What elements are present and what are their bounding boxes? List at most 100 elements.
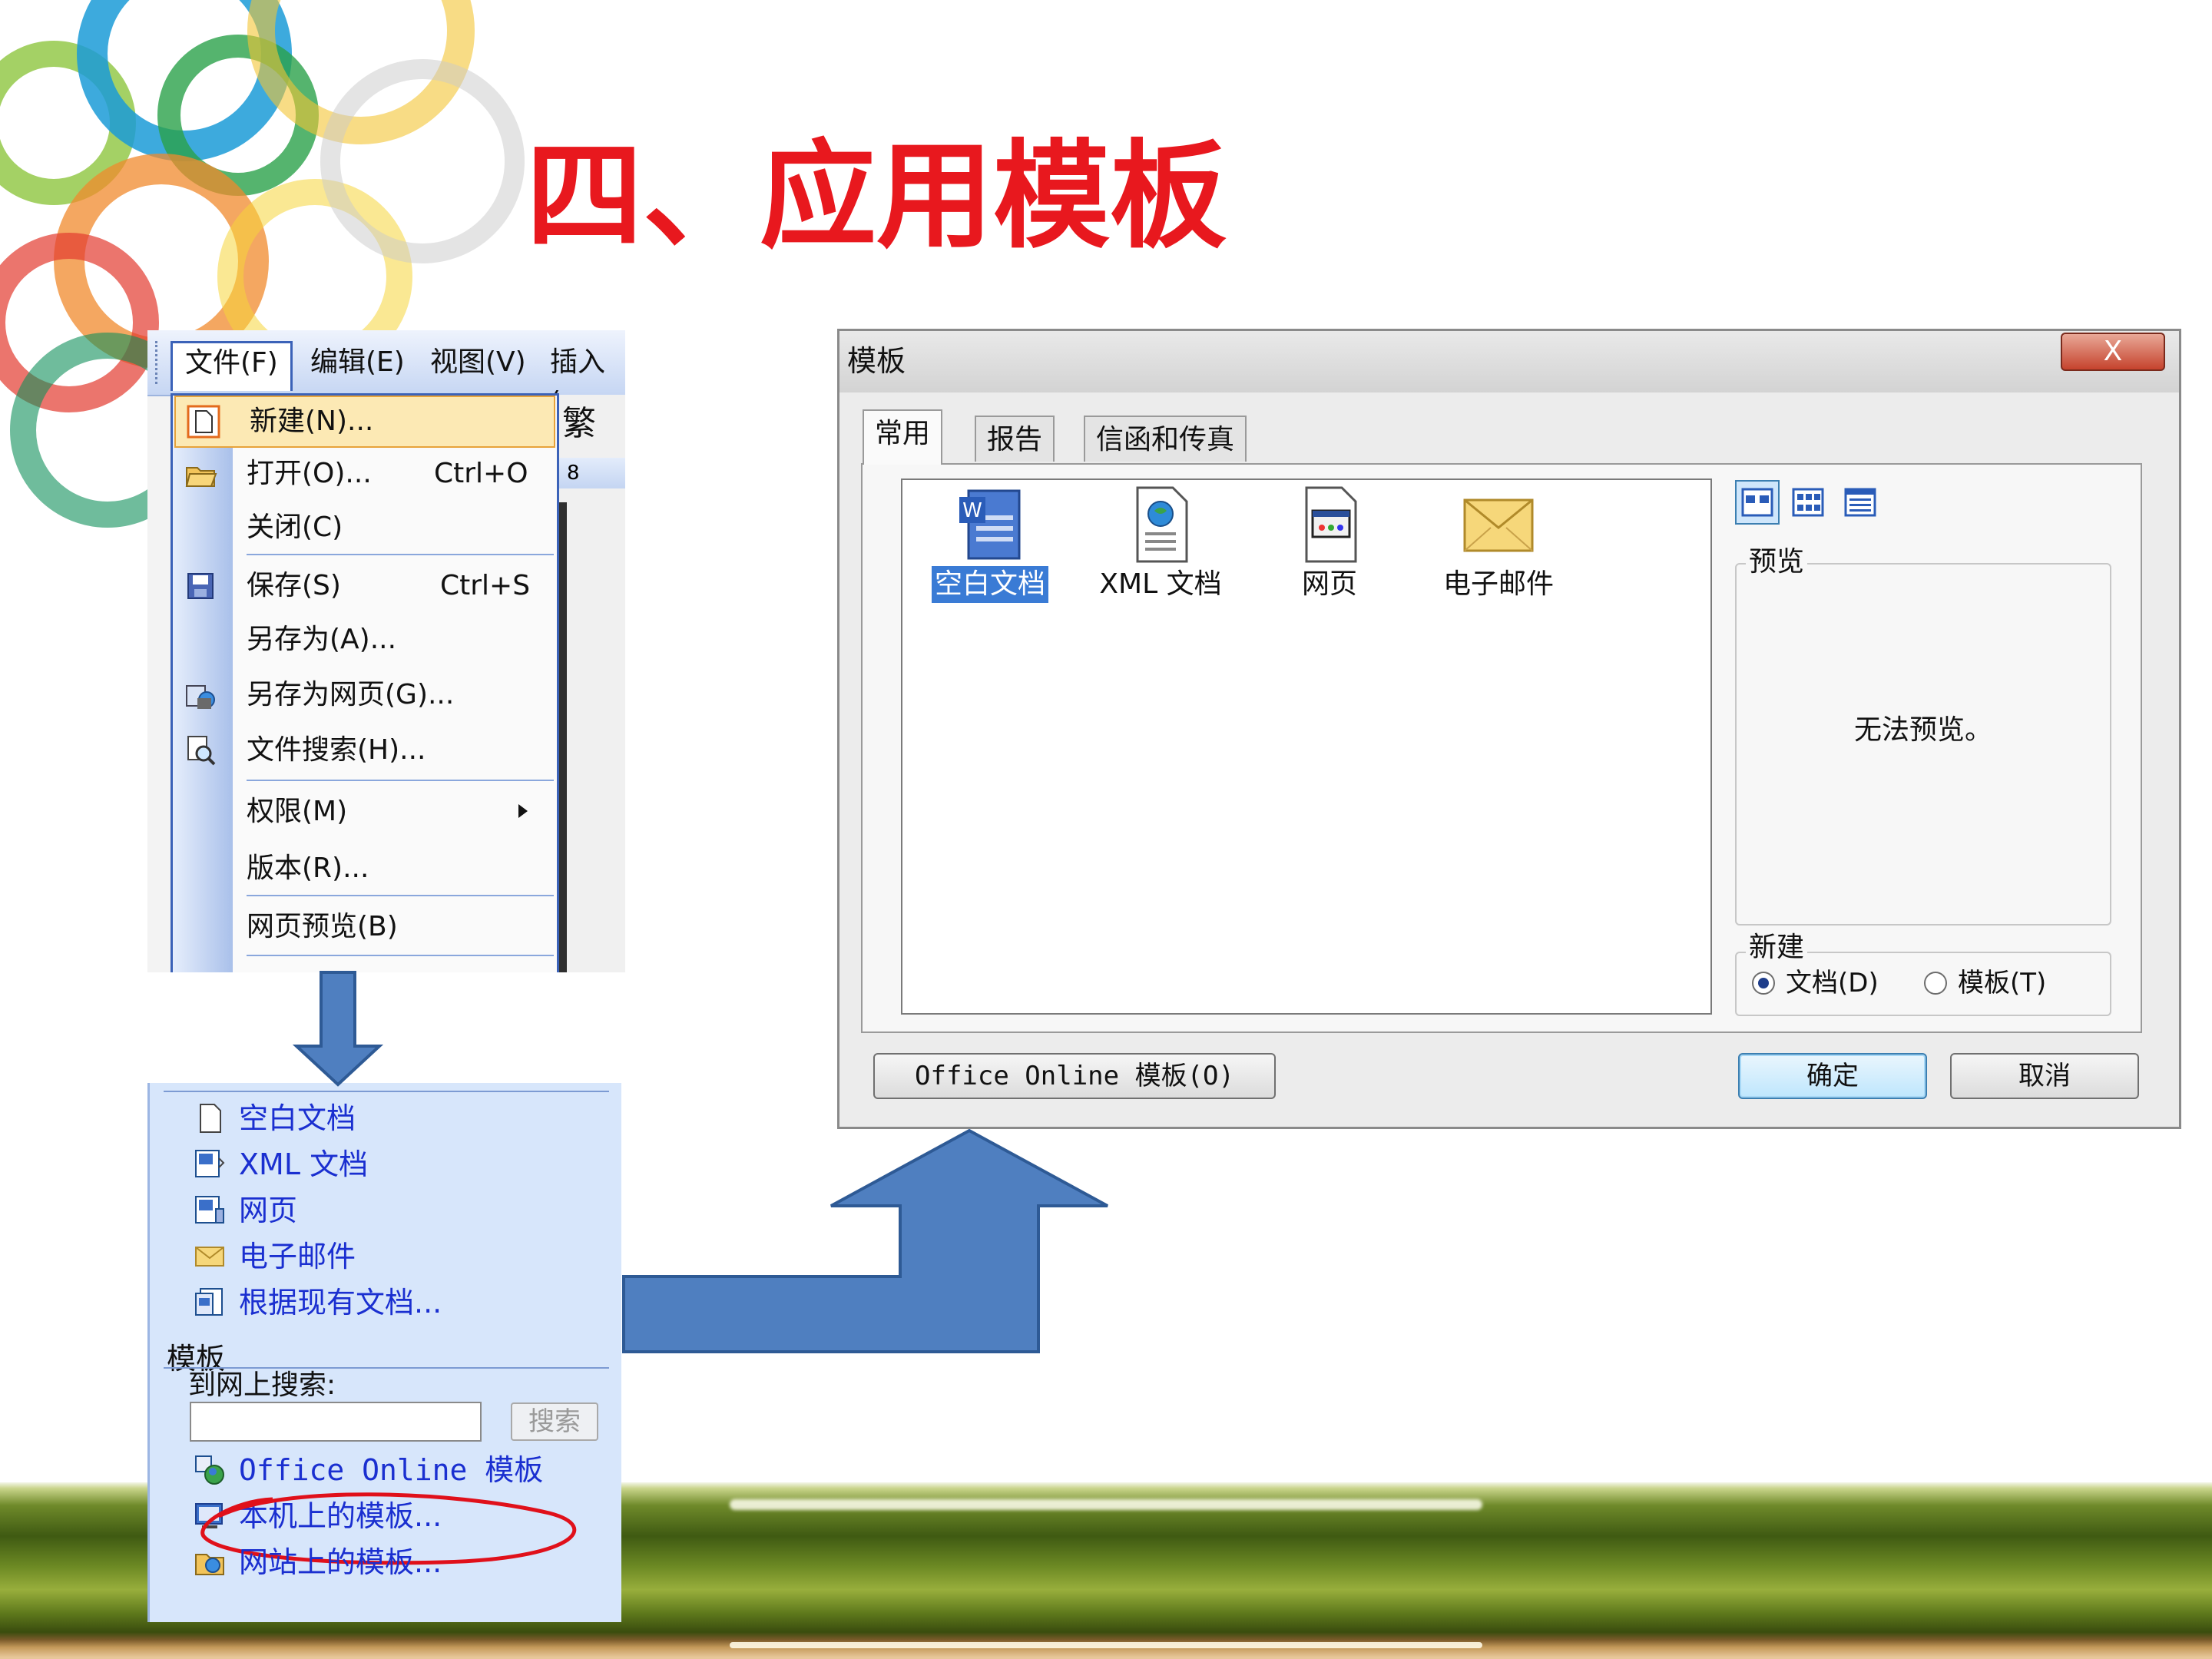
template-web-page[interactable]: 网页 [1253,485,1406,623]
menu-separator [247,955,554,956]
save-as-web-icon [186,685,215,709]
search-button[interactable]: 搜索 [511,1402,598,1441]
menu-item-file-search[interactable]: 文件搜索(H)... [173,726,557,775]
menu-grip[interactable] [155,341,162,384]
template-label: 电子邮件 [1442,568,1554,600]
menu-item-label: 另存为网页(G)... [247,679,455,710]
new-document-icon [187,405,220,439]
details-view-icon[interactable] [1838,480,1883,525]
footer-highlight-lower [730,1642,1482,1648]
menu-item-label: 打开(O)... [247,458,372,489]
submenu-arrow-icon [518,804,528,818]
menu-item-close[interactable]: 关闭(C) [173,503,557,552]
template-label: 网页 [1301,568,1357,600]
file-search-icon [187,736,216,766]
templates-dialog: 模板 X 常用 报告 信函和传真 W 空白文档 XML 文档 网页 电子邮件 预… [837,329,2181,1129]
menu-item-save-as[interactable]: 另存为(A)... [173,615,557,664]
menu-insert[interactable]: 插入( [538,343,625,418]
ok-button[interactable]: 确定 [1738,1053,1927,1099]
menu-item-permission[interactable]: 权限(M) [173,787,557,836]
office-online-templates-button[interactable]: Office Online 模板(O) [873,1053,1276,1099]
tab-common[interactable]: 常用 [863,409,943,465]
menu-item-label: 新建(N)... [250,406,374,437]
menu-item-label: 版本(R)... [247,853,369,884]
menu-item-label: 另存为(A)... [247,624,397,655]
dialog-title: 模板 [847,344,906,378]
existing-document-icon [195,1288,223,1316]
section-divider [164,1091,609,1092]
link-blank-document[interactable]: 空白文档 [239,1100,356,1137]
radio-template-label[interactable]: 模板(T) [1958,965,2046,1001]
menu-view[interactable]: 视图(V) [418,343,538,382]
preview-message: 无法预览。 [1853,714,1992,746]
menu-item-versions[interactable]: 版本(R)... [173,844,557,893]
file-menu-screenshot: 文件(F) 编辑(E) 视图(V) 插入( 繁 8 新建(N)... 打开(O)… [147,330,625,972]
office-online-icon [195,1455,224,1485]
menu-separator [247,895,554,896]
menu-item-label: 保存(S) [247,570,341,601]
xml-document-icon [1136,486,1188,563]
menu-item-shortcut: Ctrl+S [440,570,531,601]
menu-separator [247,554,554,555]
radio-document-label[interactable]: 文档(D) [1786,965,1879,1001]
link-email[interactable]: 电子邮件 [239,1238,356,1275]
website-templates-icon [195,1554,224,1575]
menu-item-shortcut: Ctrl+O [434,458,528,489]
link-website-templates[interactable]: 网站上的模板... [239,1544,442,1581]
svg-text:W: W [962,499,982,522]
web-page-icon [1305,486,1357,563]
template-list[interactable]: W 空白文档 XML 文档 网页 电子邮件 [901,478,1712,1015]
footer-highlight [730,1499,1482,1510]
ruler: 8 [556,458,625,488]
slide-title: 四、应用模板 [526,127,1227,264]
radio-template[interactable] [1924,972,1947,995]
create-new-label: 新建 [1746,930,1808,965]
menu-bar: 文件(F) 编辑(E) 视图(V) 插入( [147,330,625,418]
down-arrow [292,971,384,1087]
close-button[interactable]: X [2061,333,2165,371]
email-envelope-icon [1463,498,1534,552]
menu-edit[interactable]: 编辑(E) [298,343,417,382]
toolbar-glyph[interactable]: 繁 [562,402,596,445]
dialog-title-bar: 模板 X [839,331,2179,392]
menu-item-label: 权限(M) [247,796,348,827]
word-document-icon: W [959,489,1021,560]
radio-document[interactable] [1752,972,1775,995]
menu-item-open[interactable]: 打开(O)... Ctrl+O [173,449,557,498]
cancel-button[interactable]: 取消 [1950,1053,2139,1099]
large-icons-view-icon[interactable] [1735,480,1780,525]
small-icons-view-icon[interactable] [1786,480,1830,525]
new-document-task-pane: 空白文档 XML 文档 网页 电子邮件 根据现有文档... 模板 到网上搜索: … [147,1083,621,1622]
save-disk-icon [187,573,214,599]
menu-item-web-preview[interactable]: 网页预览(B) [173,902,557,952]
link-xml-document[interactable]: XML 文档 [239,1146,368,1183]
template-label: XML 文档 [1099,568,1222,600]
menu-separator [247,780,554,781]
menu-item-save-as-web[interactable]: 另存为网页(G)... [173,671,557,720]
template-email[interactable]: 电子邮件 [1422,485,1575,623]
template-blank-document[interactable]: W 空白文档 [913,485,1067,623]
document-area-behind-menu: 繁 8 [556,395,625,972]
menu-file[interactable]: 文件(F) [171,341,293,391]
open-folder-icon [185,467,217,487]
elbow-up-arrow [622,1128,1108,1353]
preview-label: 预览 [1746,545,1808,580]
menu-item-label: 关闭(C) [247,512,343,543]
search-input[interactable] [190,1402,482,1442]
menu-item-new[interactable]: 新建(N)... [174,396,555,448]
template-label: 空白文档 [931,566,1049,603]
menu-item-label: 网页预览(B) [247,911,398,942]
link-from-existing-document[interactable]: 根据现有文档... [239,1284,442,1321]
tab-reports[interactable]: 报告 [975,416,1055,462]
web-page-icon [195,1196,224,1224]
link-office-online-templates[interactable]: Office Online 模板 [239,1452,543,1488]
xml-document-icon [195,1150,225,1177]
template-xml-document[interactable]: XML 文档 [1084,485,1237,623]
blank-document-icon [200,1104,221,1133]
search-online-label: 到网上搜索: [188,1369,336,1401]
tab-letters-faxes[interactable]: 信函和传真 [1084,416,1247,462]
file-dropdown: 新建(N)... 打开(O)... Ctrl+O 关闭(C) 保存(S) Ctr… [171,393,559,972]
menu-item-label: 文件搜索(H)... [247,734,426,766]
link-web-page[interactable]: 网页 [239,1192,297,1229]
menu-item-save[interactable]: 保存(S) Ctrl+S [173,561,557,611]
